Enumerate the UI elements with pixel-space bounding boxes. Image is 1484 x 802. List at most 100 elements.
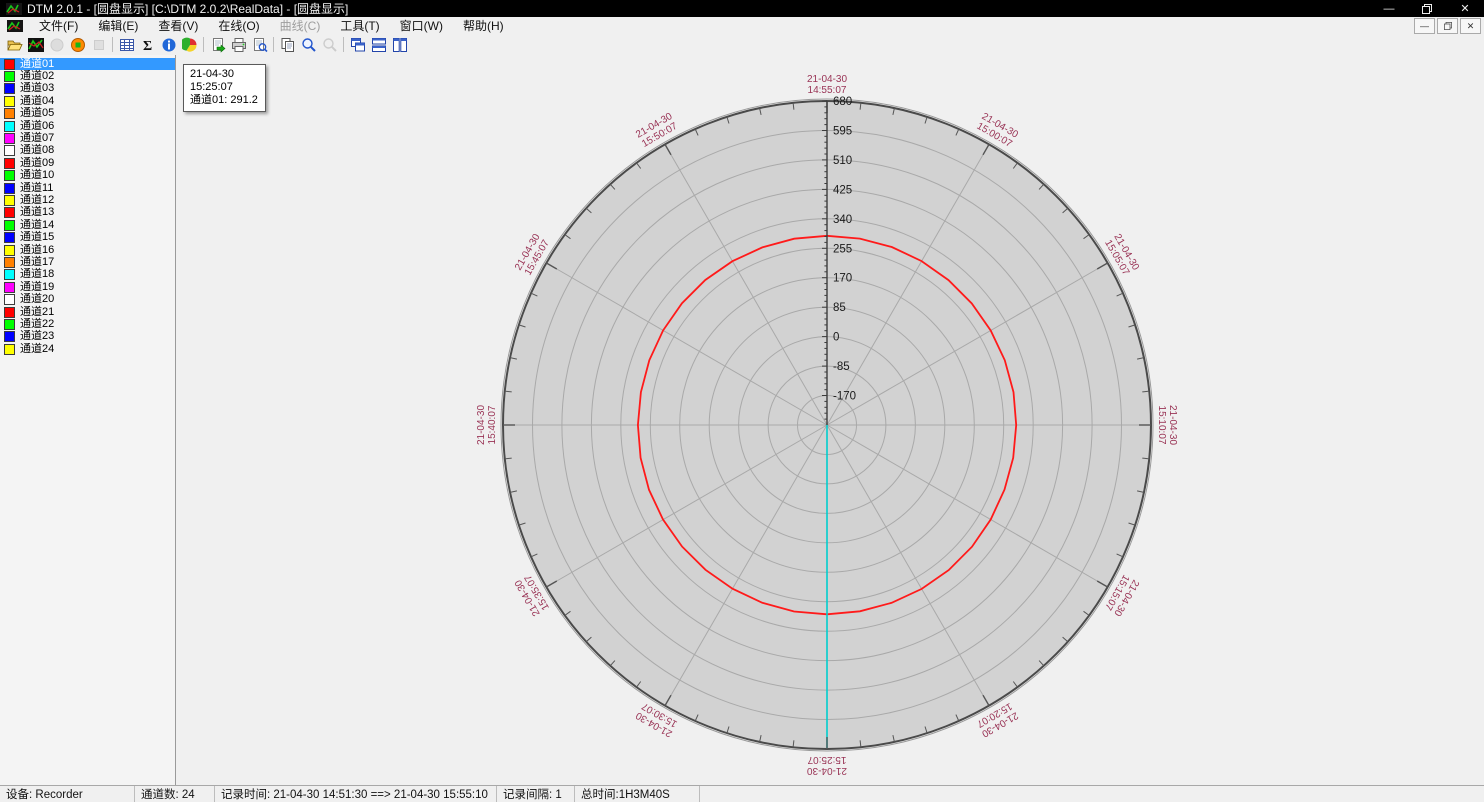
channel-color-swatch: [4, 232, 15, 243]
channel-label: 通道06: [20, 121, 54, 132]
channel-color-swatch: [4, 145, 15, 156]
axis-tick-label: -170: [833, 391, 856, 403]
channel-item-18[interactable]: 通道18: [0, 269, 175, 281]
channel-item-16[interactable]: 通道16: [0, 244, 175, 256]
toolbar-zoom-button[interactable]: [298, 35, 319, 54]
channel-color-swatch: [4, 133, 15, 144]
channel-item-19[interactable]: 通道19: [0, 281, 175, 293]
channel-label: 通道12: [20, 195, 54, 206]
toolbar-print-button[interactable]: [228, 35, 249, 54]
polar-disc-chart[interactable]: 680595510425340255170850-85-17021-04-301…: [176, 55, 1484, 785]
channel-color-swatch: [4, 158, 15, 169]
time-label: 21-04-3015:25:07: [807, 754, 847, 776]
channel-item-11[interactable]: 通道11: [0, 182, 175, 194]
channel-item-22[interactable]: 通道22: [0, 318, 175, 330]
restore-button[interactable]: [1408, 0, 1446, 17]
toolbar-print-preview-button[interactable]: [249, 35, 270, 54]
tooltip-reading: 通道01: 291.2: [190, 94, 258, 107]
channel-item-17[interactable]: 通道17: [0, 256, 175, 268]
channel-item-10[interactable]: 通道10: [0, 170, 175, 182]
channel-label: 通道02: [20, 71, 54, 82]
zoom-out-icon: [322, 37, 338, 53]
main-area: 通道01通道02通道03 通道04通道05通道06通道07通道08通道09通道10…: [0, 55, 1484, 786]
channel-label: 通道18: [20, 269, 54, 280]
toolbar-separator: [273, 37, 274, 52]
channel-label: 通道14: [20, 220, 54, 231]
copy-icon: [280, 37, 296, 53]
channel-item-1[interactable]: 通道01: [0, 58, 175, 70]
channel-item-3[interactable]: 通道03: [0, 83, 175, 95]
channel-item-24[interactable]: 通道24: [0, 343, 175, 355]
mdi-restore-icon: [1444, 22, 1452, 30]
channel-item-13[interactable]: 通道13: [0, 207, 175, 219]
curve-display-icon: [28, 37, 44, 53]
toolbar-statistics-sigma-button[interactable]: Σ: [137, 35, 158, 54]
channel-item-4[interactable]: 通道04: [0, 95, 175, 107]
channel-item-14[interactable]: 通道14: [0, 219, 175, 231]
document-icon[interactable]: [7, 20, 23, 32]
minimize-button[interactable]: —: [1370, 0, 1408, 17]
toolbar-pie-chart-button[interactable]: [179, 35, 200, 54]
toolbar-separator: [343, 37, 344, 52]
menu-item-1[interactable]: 文件(F): [29, 17, 88, 34]
menu-item-6[interactable]: 工具(T): [330, 17, 389, 34]
channel-item-7[interactable]: 通道07: [0, 132, 175, 144]
menu-item-8[interactable]: 帮助(H): [453, 17, 514, 34]
mdi-close-button[interactable]: ✕: [1460, 18, 1481, 34]
tile-vertical-icon: [392, 37, 408, 53]
channel-color-swatch: [4, 183, 15, 194]
toolbar-open-file-button[interactable]: [4, 35, 25, 54]
toolbar-tile-horizontal-button[interactable]: [368, 35, 389, 54]
channel-item-5[interactable]: 通道05: [0, 108, 175, 120]
channel-item-8[interactable]: 通道08: [0, 145, 175, 157]
toolbar-copy-button[interactable]: [277, 35, 298, 54]
menu-item-7[interactable]: 窗口(W): [390, 17, 453, 34]
channel-item-9[interactable]: 通道09: [0, 157, 175, 169]
toolbar-cascade-windows-button[interactable]: [347, 35, 368, 54]
channel-list: 通道01通道02通道03 通道04通道05通道06通道07通道08通道09通道10…: [0, 55, 176, 785]
channel-item-12[interactable]: 通道12: [0, 194, 175, 206]
channel-item-20[interactable]: 通道20: [0, 293, 175, 305]
channel-label: 通道21: [20, 307, 54, 318]
menu-item-4[interactable]: 在线(O): [208, 17, 269, 34]
toolbar-export-button[interactable]: [207, 35, 228, 54]
channel-item-23[interactable]: 通道23: [0, 331, 175, 343]
data-table-icon: [119, 37, 135, 53]
channel-item-2[interactable]: 通道02: [0, 70, 175, 82]
tile-horizontal-icon: [371, 37, 387, 53]
channel-item-21[interactable]: 通道21: [0, 306, 175, 318]
channel-label: 通道03: [20, 83, 54, 94]
channel-item-6[interactable]: 通道06: [0, 120, 175, 132]
axis-tick-label: 85: [833, 302, 846, 314]
channel-label: 通道13: [20, 207, 54, 218]
status-record-time: 记录时间: 21-04-30 14:51:30 ==> 21-04-30 15:…: [215, 786, 497, 802]
toolbar-curve-display-button[interactable]: [25, 35, 46, 54]
toolbar: Σ: [0, 34, 1484, 56]
polar-chart-svg[interactable]: 680595510425340255170850-85-17021-04-301…: [176, 55, 1483, 786]
toolbar-info-button[interactable]: [158, 35, 179, 54]
channel-color-swatch: [4, 71, 15, 82]
menu-item-2[interactable]: 编辑(E): [88, 17, 148, 34]
channel-label: 通道04: [20, 96, 54, 107]
stop-icon: [91, 37, 107, 53]
channel-item-15[interactable]: 通道15: [0, 231, 175, 243]
channel-color-swatch: [4, 319, 15, 330]
axis-tick-label: 595: [833, 126, 852, 138]
close-button[interactable]: ✕: [1446, 0, 1484, 17]
toolbar-record-active-button[interactable]: [67, 35, 88, 54]
status-bar: 设备: Recorder 通道数: 24 记录时间: 21-04-30 14:5…: [0, 786, 1484, 802]
open-file-icon: [7, 37, 23, 53]
menu-item-3[interactable]: 查看(V): [148, 17, 208, 34]
toolbar-stop-button: [88, 35, 109, 54]
channel-color-swatch: [4, 294, 15, 305]
mdi-minimize-button[interactable]: —: [1414, 18, 1435, 34]
svg-text:Σ: Σ: [143, 39, 152, 53]
mdi-restore-button[interactable]: [1437, 18, 1458, 34]
channel-label: 通道20: [20, 294, 54, 305]
toolbar-tile-vertical-button[interactable]: [389, 35, 410, 54]
axis-tick-label: 510: [833, 155, 852, 167]
toolbar-data-table-button[interactable]: [116, 35, 137, 54]
channel-color-swatch: [4, 195, 15, 206]
axis-tick-label: -85: [833, 361, 850, 373]
info-icon: [161, 37, 177, 53]
